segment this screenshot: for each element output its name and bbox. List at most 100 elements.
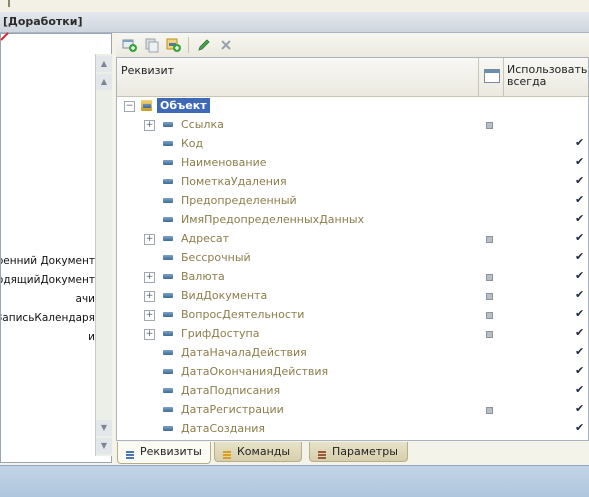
tree-row[interactable]: Предопределенный ✔ [117, 192, 588, 211]
tree-row[interactable]: Бессрочный ✔ [117, 249, 588, 268]
grid-header: Реквизит Использовать всегда [117, 58, 588, 97]
attribute-icon [163, 236, 173, 241]
tab-attributes[interactable]: Реквизиты [117, 442, 211, 464]
attribute-label: Код [181, 137, 204, 150]
use-always-checkmark-icon[interactable]: ✔ [575, 402, 584, 415]
scroll-up-icon[interactable]: ▲ [96, 56, 112, 72]
attribute-icon [163, 160, 173, 165]
list-item[interactable]: тренний Документ [1, 252, 95, 271]
tree-row[interactable]: + ГрифДоступа ✔ [117, 325, 588, 344]
form-marker-icon[interactable] [486, 407, 493, 414]
tree-row[interactable]: Код ✔ [117, 135, 588, 154]
use-always-checkmark-icon[interactable]: ✔ [575, 421, 584, 434]
window-title: [Доработки] [3, 15, 83, 28]
collapse-icon[interactable]: − [124, 101, 135, 112]
attribute-icon [163, 407, 173, 412]
column-divider[interactable] [503, 58, 504, 96]
expand-icon[interactable]: + [144, 329, 155, 340]
form-marker-icon[interactable] [486, 331, 493, 338]
form-marker-icon[interactable] [486, 236, 493, 243]
form-marker-icon[interactable] [486, 312, 493, 319]
copy-attribute-icon[interactable] [144, 37, 160, 53]
column-header-attribute[interactable]: Реквизит [121, 64, 174, 77]
attribute-label: ДатаНачалаДействия [181, 346, 307, 359]
use-always-checkmark-icon[interactable]: ✔ [575, 174, 584, 187]
tree-row[interactable]: ПометкаУдаления ✔ [117, 173, 588, 192]
use-always-checkmark-icon[interactable]: ✔ [575, 212, 584, 225]
attribute-icon [163, 426, 173, 431]
attribute-icon [163, 350, 173, 355]
expand-icon[interactable]: + [144, 272, 155, 283]
add-group-icon[interactable] [166, 37, 182, 53]
attribute-label: Адресат [181, 232, 230, 245]
list-item[interactable]: ьЗаписьКалендаря [1, 309, 95, 328]
tab-commands[interactable]: Команды [214, 442, 302, 462]
expand-icon[interactable]: + [144, 291, 155, 302]
tree-row[interactable]: ДатаНачалаДействия ✔ [117, 344, 588, 363]
column-header-use-always[interactable]: Использовать всегда [507, 64, 588, 88]
tree-row[interactable]: ДатаПодписания ✔ [117, 382, 588, 401]
tree-row[interactable]: + Ссылка [117, 116, 588, 135]
form-marker-icon[interactable] [486, 293, 493, 300]
use-always-checkmark-icon[interactable]: ✔ [575, 345, 584, 358]
object-icon [141, 100, 152, 111]
left-scrollbar[interactable]: ▲ ▲ ▼ ▼ [95, 54, 112, 456]
use-always-checkmark-icon[interactable]: ✔ [575, 307, 584, 320]
form-marker-icon[interactable] [486, 122, 493, 129]
tree-row[interactable]: + ВопросДеятельности ✔ [117, 306, 588, 325]
use-always-checkmark-icon[interactable]: ✔ [575, 155, 584, 168]
column-divider[interactable] [478, 58, 479, 96]
tab-parameters[interactable]: Параметры [309, 442, 408, 462]
list-item[interactable]: ачи [1, 290, 95, 309]
scroll-down-icon[interactable]: ▼ [96, 438, 112, 454]
delete-icon[interactable] [218, 37, 234, 53]
attribute-icon [163, 388, 173, 393]
use-always-checkmark-icon[interactable]: ✔ [575, 193, 584, 206]
use-always-checkmark-icon[interactable]: ✔ [575, 288, 584, 301]
attribute-label: ПометкаУдаления [181, 175, 287, 188]
use-always-checkmark-icon[interactable]: ✔ [575, 250, 584, 263]
use-always-checkmark-icon[interactable]: ✔ [575, 383, 584, 396]
form-marker-icon[interactable] [486, 274, 493, 281]
tree-row[interactable]: + Валюта ✔ [117, 268, 588, 287]
use-always-checkmark-icon[interactable]: ✔ [575, 231, 584, 244]
use-always-checkmark-icon[interactable]: ✔ [575, 136, 584, 149]
edit-icon[interactable] [196, 37, 212, 53]
attribute-label: ИмяПредопределенныхДанных [181, 213, 365, 226]
tree-row[interactable]: ДатаОкончанияДействия ✔ [117, 363, 588, 382]
scroll-end-down-icon[interactable]: ▼ [96, 420, 112, 436]
attributes-toolbar [116, 33, 589, 58]
parameters-icon [317, 447, 327, 459]
pencil-icon[interactable] [0, 32, 9, 41]
tree-row[interactable]: ДатаРегистрации ✔ [117, 401, 588, 420]
commands-icon [222, 447, 232, 459]
list-item[interactable]: и [1, 328, 95, 347]
tree-row[interactable]: + ВидДокумента ✔ [117, 287, 588, 306]
tree-row[interactable]: Наименование ✔ [117, 154, 588, 173]
tree-row-object[interactable]: − Объект [117, 97, 588, 116]
tree-row[interactable]: ДатаСоздания ✔ [117, 420, 588, 439]
form-column-icon[interactable] [484, 69, 500, 83]
attribute-label: Валюта [181, 270, 225, 283]
expand-icon[interactable]: + [144, 310, 155, 321]
use-always-checkmark-icon[interactable]: ✔ [575, 269, 584, 282]
list-item[interactable]: ходящийДокумент [1, 271, 95, 290]
expand-icon[interactable]: + [144, 120, 155, 131]
attribute-label: Наименование [181, 156, 267, 169]
attributes-tree: Реквизит Использовать всегда − Объект + С… [116, 57, 589, 441]
tree-row[interactable]: ИмяПредопределенныхДанных ✔ [117, 211, 588, 230]
attribute-label: Предопределенный [181, 194, 297, 207]
add-attribute-icon[interactable] [122, 37, 138, 53]
tree-row[interactable]: + Адресат ✔ [117, 230, 588, 249]
expand-icon[interactable]: + [144, 234, 155, 245]
attribute-label: ДатаРегистрации [181, 403, 284, 416]
attribute-icon [163, 179, 173, 184]
attribute-icon [163, 255, 173, 260]
scroll-end-up-icon[interactable]: ▲ [96, 74, 112, 90]
attributes-panel: Реквизит Использовать всегда − Объект + С… [116, 33, 589, 465]
use-always-checkmark-icon[interactable]: ✔ [575, 364, 584, 377]
attribute-label: Бессрочный [181, 251, 251, 264]
use-always-checkmark-icon[interactable]: ✔ [575, 326, 584, 339]
list-item-label: и [88, 331, 95, 343]
window-titlebar: [Доработки] [0, 12, 589, 33]
